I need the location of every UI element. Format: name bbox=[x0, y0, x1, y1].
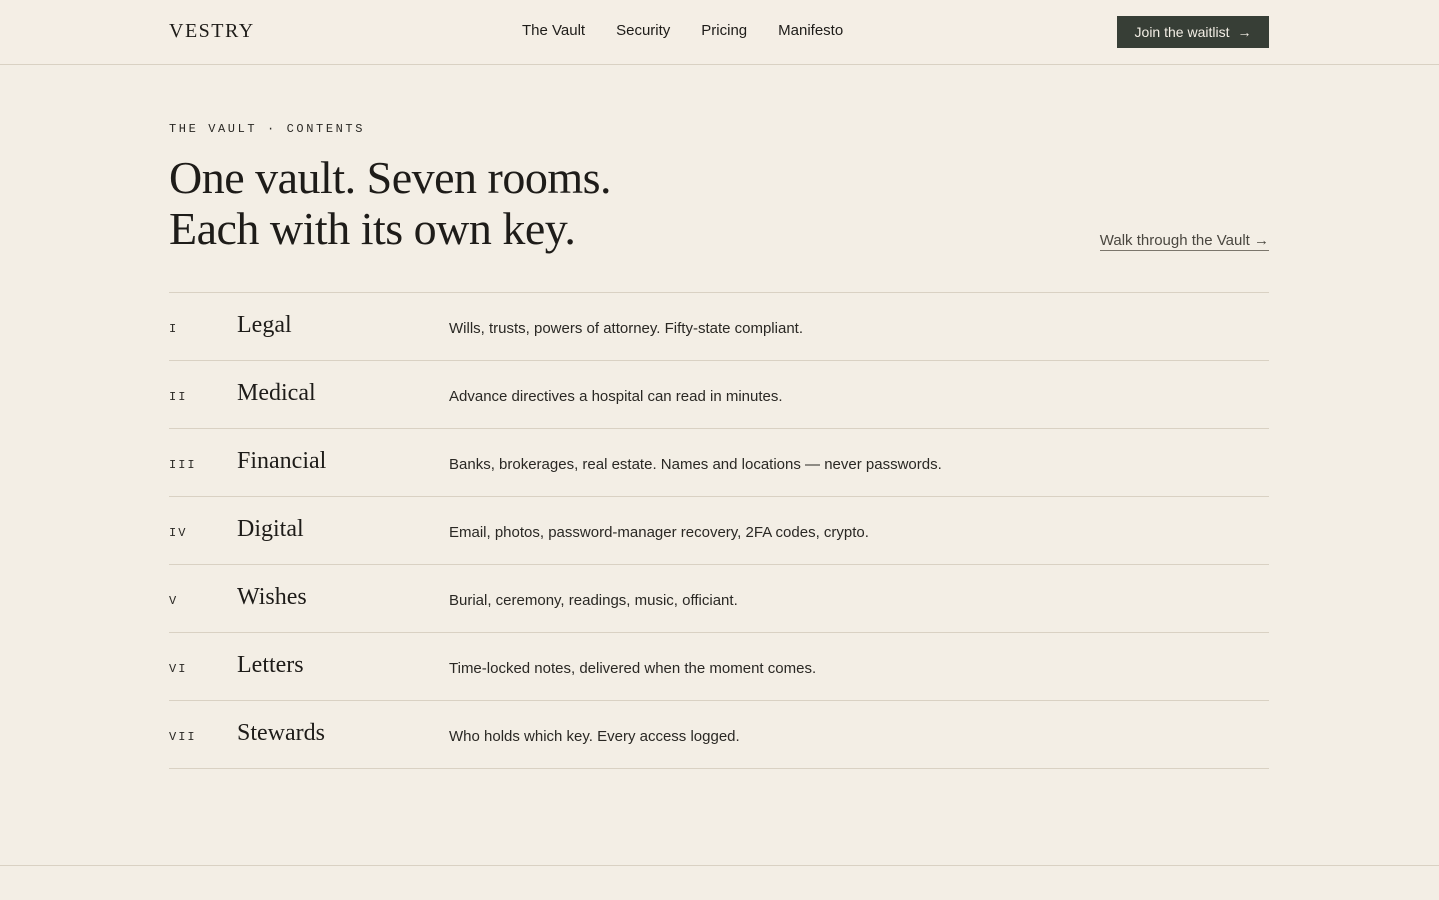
page-title: One vault. Seven rooms. Each with its ow… bbox=[169, 152, 612, 254]
room-description: Who holds which key. Every access logged… bbox=[449, 728, 740, 745]
room-name: Stewards bbox=[237, 720, 325, 746]
room-name: Wishes bbox=[237, 584, 307, 610]
room-row-wishes: V Wishes Burial, ceremony, readings, mus… bbox=[169, 565, 1269, 633]
site-header: VESTRY The Vault Security Pricing Manife… bbox=[0, 0, 1439, 65]
nav-link-pricing[interactable]: Pricing bbox=[701, 22, 747, 39]
room-description: Banks, brokerages, real estate. Names an… bbox=[449, 456, 942, 473]
nav-link-security[interactable]: Security bbox=[616, 22, 670, 39]
rooms-list: I Legal Wills, trusts, powers of attorne… bbox=[169, 292, 1269, 769]
room-name: Legal bbox=[237, 312, 292, 338]
room-number: III bbox=[169, 458, 197, 472]
join-waitlist-button[interactable]: Join the waitlist → bbox=[1117, 16, 1269, 48]
section-eyebrow: THE VAULT · CONTENTS bbox=[169, 122, 366, 136]
room-description: Email, photos, password-manager recovery… bbox=[449, 524, 869, 541]
join-waitlist-label: Join the waitlist bbox=[1134, 24, 1230, 40]
nav-link-the-vault[interactable]: The Vault bbox=[522, 22, 585, 39]
room-description: Burial, ceremony, readings, music, offic… bbox=[449, 592, 738, 609]
room-name: Digital bbox=[237, 516, 304, 542]
room-row-financial: III Financial Banks, brokerages, real es… bbox=[169, 429, 1269, 497]
main-nav: The Vault Security Pricing Manifesto bbox=[522, 22, 843, 39]
walk-through-vault-link[interactable]: Walk through the Vault → bbox=[1099, 232, 1269, 251]
room-number: IV bbox=[169, 526, 188, 540]
page-title-line-2: Each with its own key. bbox=[169, 203, 576, 254]
room-row-stewards: VII Stewards Who holds which key. Every … bbox=[169, 701, 1269, 769]
room-row-medical: II Medical Advance directives a hospital… bbox=[169, 361, 1269, 429]
room-name: Letters bbox=[237, 652, 304, 678]
brand-logo[interactable]: VESTRY bbox=[169, 20, 255, 43]
room-name: Financial bbox=[237, 448, 327, 474]
room-row-digital: IV Digital Email, photos, password-manag… bbox=[169, 497, 1269, 565]
room-description: Time-locked notes, delivered when the mo… bbox=[449, 660, 817, 677]
room-number: II bbox=[169, 390, 188, 404]
page-title-line-1: One vault. Seven rooms. bbox=[169, 152, 612, 203]
room-number: VI bbox=[169, 662, 188, 676]
room-name: Medical bbox=[237, 380, 316, 406]
section-divider bbox=[0, 865, 1439, 866]
room-number: I bbox=[169, 322, 179, 336]
nav-link-manifesto[interactable]: Manifesto bbox=[778, 22, 843, 39]
room-description: Advance directives a hospital can read i… bbox=[449, 388, 783, 405]
room-number: VII bbox=[169, 730, 197, 744]
room-row-legal: I Legal Wills, trusts, powers of attorne… bbox=[169, 293, 1269, 361]
room-number: V bbox=[169, 594, 179, 608]
page: VESTRY The Vault Security Pricing Manife… bbox=[0, 0, 1439, 900]
room-description: Wills, trusts, powers of attorney. Fifty… bbox=[449, 320, 803, 337]
arrow-right-icon: → bbox=[1237, 24, 1252, 40]
room-row-letters: VI Letters Time-locked notes, delivered … bbox=[169, 633, 1269, 701]
